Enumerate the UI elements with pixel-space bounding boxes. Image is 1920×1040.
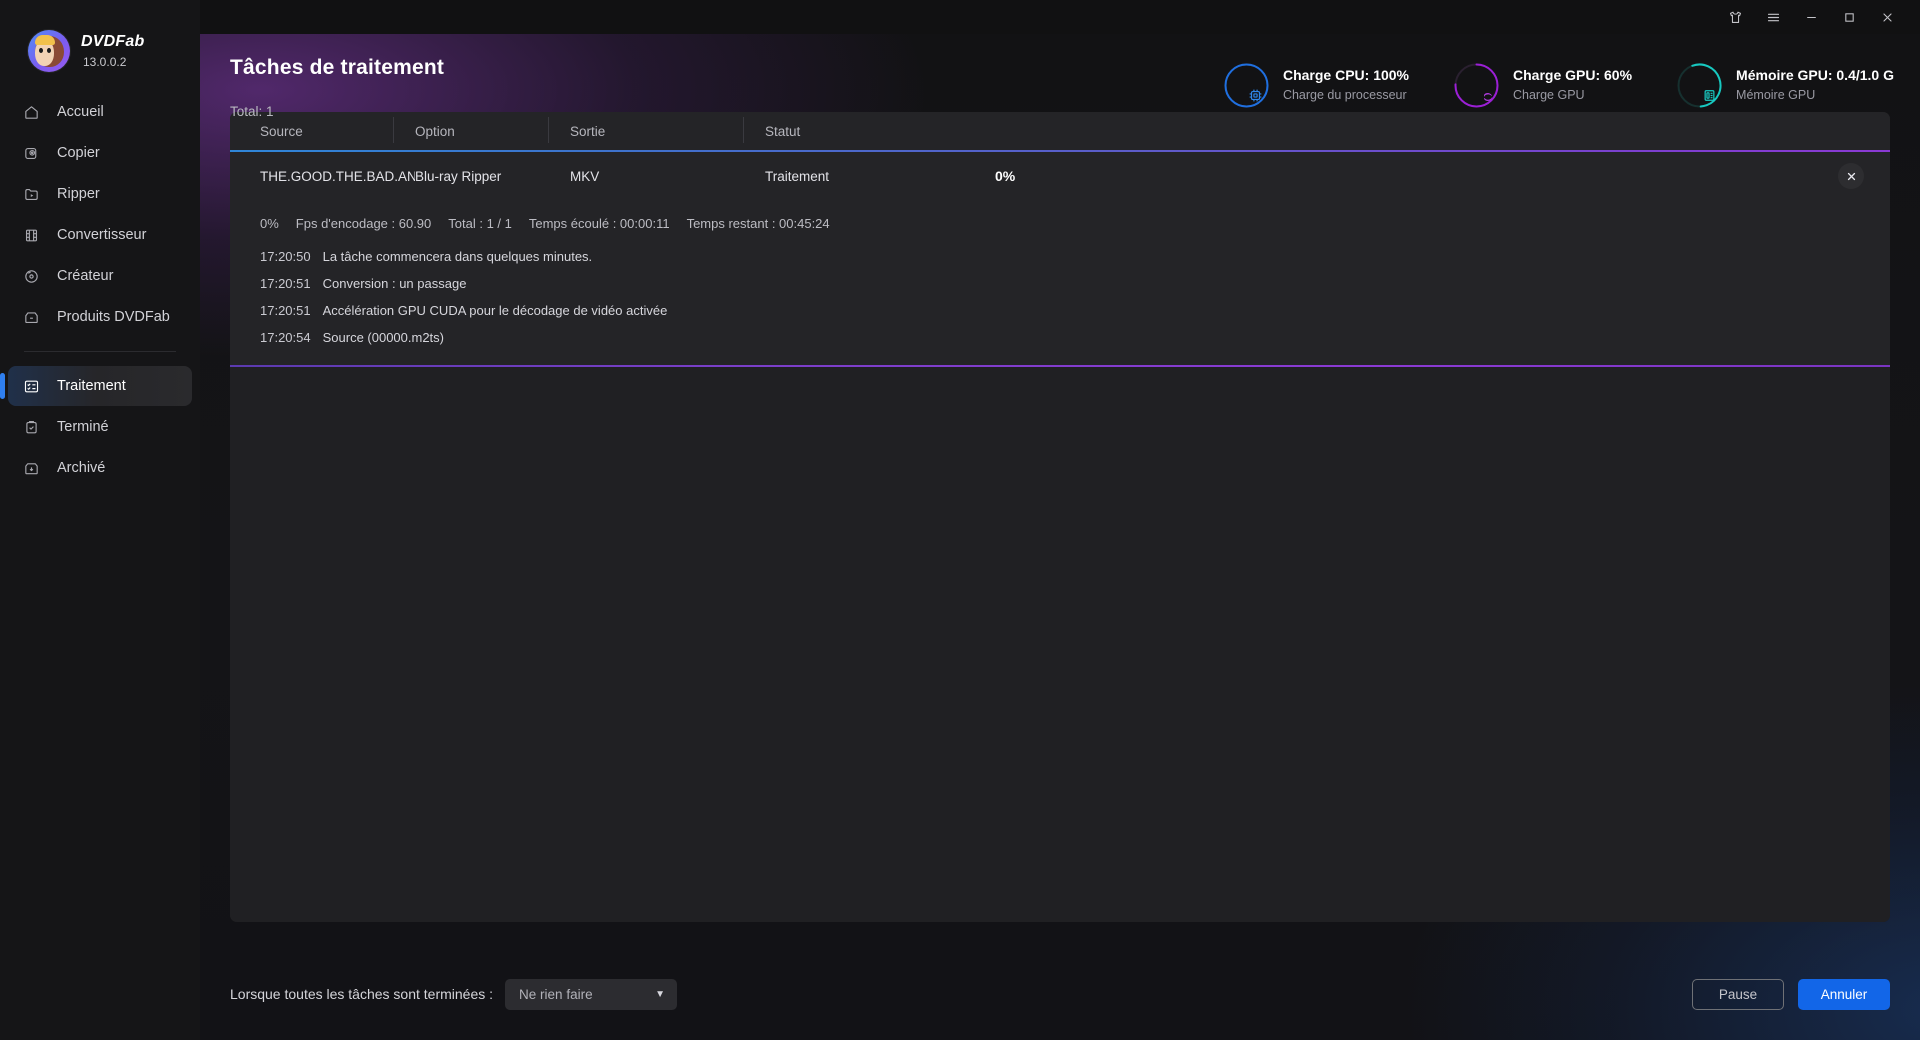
- home-icon: [22, 103, 40, 121]
- gpu-memory-title: Mémoire GPU: 0.4/1.0 G: [1736, 66, 1894, 83]
- monitor-gpu: Charge GPU: 60% Charge GPU: [1453, 62, 1632, 109]
- cell-statut: Traitement: [765, 168, 830, 184]
- sidebar-nav-bottom: Traitement Terminé Archivé: [0, 366, 200, 488]
- sidebar-item-archive[interactable]: Archivé: [8, 448, 192, 488]
- cpu-load-subtitle: Charge du processeur: [1282, 88, 1407, 103]
- log-message: La tâche commencera dans quelques minute…: [322, 249, 593, 264]
- gpu-load-title: Charge GPU: 60%: [1513, 66, 1633, 83]
- column-header-option: Option: [393, 116, 570, 143]
- chevron-down-icon: ▼: [655, 988, 666, 1000]
- column-header-statut: Statut: [743, 116, 995, 143]
- disc-create-icon: [22, 267, 40, 285]
- when-done-select[interactable]: Ne rien faire ▼: [505, 978, 678, 1010]
- minimize-icon[interactable]: [1792, 0, 1830, 34]
- task-stats: 0% Fps d'encodage : 60.90 Total : 1 / 1 …: [260, 216, 1890, 231]
- sidebar-item-produits-dvdfab[interactable]: Produits DVDFab: [8, 297, 192, 337]
- sidebar-nav-top: Accueil Copier Ripper Convertisseur Créa…: [0, 92, 200, 337]
- sidebar-item-label: Convertisseur: [57, 227, 147, 243]
- tasks-table-body: THE.GOOD.THE.BAD.AN... Blu-ray Ripper MK…: [230, 152, 1890, 365]
- theme-skin-icon[interactable]: [1716, 0, 1754, 34]
- log-timestamp: 17:20:50: [260, 249, 311, 264]
- box-products-icon: [22, 308, 40, 326]
- menu-icon[interactable]: [1754, 0, 1792, 34]
- sidebar-item-label: Créateur: [57, 268, 114, 284]
- close-icon[interactable]: [1868, 0, 1906, 34]
- clipboard-check-icon: [22, 418, 40, 436]
- cell-option: Blu-ray Ripper: [415, 168, 502, 184]
- task-detail: 0% Fps d'encodage : 60.90 Total : 1 / 1 …: [230, 200, 1890, 365]
- sidebar-item-accueil[interactable]: Accueil: [8, 92, 192, 132]
- cell-sortie: MKV: [570, 168, 600, 184]
- sidebar-item-label: Copier: [57, 145, 100, 161]
- log-timestamp: 17:20:51: [260, 276, 311, 291]
- table-row[interactable]: THE.GOOD.THE.BAD.AN... Blu-ray Ripper MK…: [230, 152, 1890, 200]
- when-done-label: Lorsque toutes les tâches sont terminées…: [230, 986, 494, 1002]
- titlebar: [200, 0, 1920, 34]
- maximize-icon[interactable]: [1830, 0, 1868, 34]
- dvdfab-window: DVDFab 13.0.0.2 Accueil Copier Ripper Co…: [0, 0, 1920, 1040]
- log-entry: 17:20:50 La tâche commencera dans quelqu…: [260, 249, 1890, 264]
- sidebar-item-label: Archivé: [57, 460, 106, 476]
- log-message: Accélération GPU CUDA pour le décodage d…: [322, 303, 668, 318]
- copy-disc-icon: [22, 144, 40, 162]
- stat-encoding-fps: Fps d'encodage : 60.90: [295, 216, 432, 231]
- cpu-load-title: Charge CPU: 100%: [1282, 66, 1409, 83]
- log-entry: 17:20:54 Source (00000.m2ts): [260, 330, 1890, 345]
- log-message: Conversion : un passage: [322, 276, 467, 291]
- cpu-ring-gauge: [1223, 62, 1270, 109]
- sidebar: DVDFab 13.0.0.2 Accueil Copier Ripper Co…: [0, 0, 200, 1040]
- log-timestamp: 17:20:51: [260, 303, 311, 318]
- footer-bar: Lorsque toutes les tâches sont terminées…: [230, 948, 1890, 1040]
- sidebar-item-convertisseur[interactable]: Convertisseur: [8, 215, 192, 255]
- brand-name: DVDFab: [81, 33, 145, 50]
- log-entry: 17:20:51 Conversion : un passage: [260, 276, 1890, 291]
- brand: DVDFab 13.0.0.2: [0, 0, 200, 78]
- sidebar-item-ripper[interactable]: Ripper: [8, 174, 192, 214]
- close-task-icon[interactable]: [1838, 163, 1864, 189]
- sidebar-item-copier[interactable]: Copier: [8, 133, 192, 173]
- gpu-load-subtitle: Charge GPU: [1513, 88, 1585, 103]
- main-area: Tâches de traitement Total: 1 Charge CPU…: [200, 0, 1920, 1040]
- page-content: Tâches de traitement Total: 1 Charge CPU…: [200, 0, 1920, 1040]
- stat-percent: 0%: [260, 216, 279, 231]
- gpu-ring-gauge: [1453, 62, 1500, 109]
- log-message: Source (00000.m2ts): [322, 330, 445, 345]
- log-entry: 17:20:51 Accélération GPU CUDA pour le d…: [260, 303, 1890, 318]
- log-timestamp: 17:20:54: [260, 330, 311, 345]
- film-convert-icon: [22, 226, 40, 244]
- rip-folder-icon: [22, 185, 40, 203]
- sidebar-item-label: Terminé: [57, 419, 109, 435]
- tasks-panel: Source Option Sortie Statut THE.GOOD.THE…: [230, 112, 1890, 922]
- sidebar-item-label: Accueil: [57, 104, 104, 120]
- pause-button[interactable]: Pause: [1692, 978, 1784, 1010]
- sidebar-item-label: Produits DVDFab: [57, 309, 170, 325]
- tasks-empty-area: [230, 367, 1890, 922]
- monitor-cpu: Charge CPU: 100% Charge du processeur: [1223, 62, 1409, 109]
- stat-elapsed-time: Temps écoulé : 00:00:11: [528, 216, 670, 231]
- cell-progress-percent: 0%: [995, 168, 1016, 184]
- gpu-memory-ring-gauge: [1676, 62, 1723, 109]
- column-header-sortie: Sortie: [548, 116, 765, 143]
- sidebar-divider: [24, 351, 176, 352]
- gpu-memory-subtitle: Mémoire GPU: [1736, 88, 1816, 103]
- sidebar-item-createur[interactable]: Créateur: [8, 256, 192, 296]
- sidebar-item-traitement[interactable]: Traitement: [0, 366, 192, 406]
- task-list-icon: [22, 377, 40, 395]
- brand-version: 13.0.0.2: [83, 55, 127, 69]
- system-monitors: Charge CPU: 100% Charge du processeur Ch…: [1223, 62, 1894, 109]
- sidebar-item-termine[interactable]: Terminé: [8, 407, 192, 447]
- stat-total: Total : 1 / 1: [448, 216, 512, 231]
- cancel-button[interactable]: Annuler: [1798, 978, 1890, 1010]
- monitor-gpu-memory: Mémoire GPU: 0.4/1.0 G Mémoire GPU: [1676, 62, 1894, 109]
- stat-remaining-time: Temps restant : 00:45:24: [686, 216, 830, 231]
- cell-source: THE.GOOD.THE.BAD.AN...: [260, 168, 415, 184]
- when-done-select-value: Ne rien faire: [519, 986, 593, 1002]
- sidebar-item-label: Traitement: [57, 378, 126, 394]
- sidebar-item-label: Ripper: [57, 186, 100, 202]
- dvdfab-mascot-logo: [28, 30, 70, 72]
- archive-box-icon: [22, 459, 40, 477]
- column-header-source: Source: [260, 123, 303, 139]
